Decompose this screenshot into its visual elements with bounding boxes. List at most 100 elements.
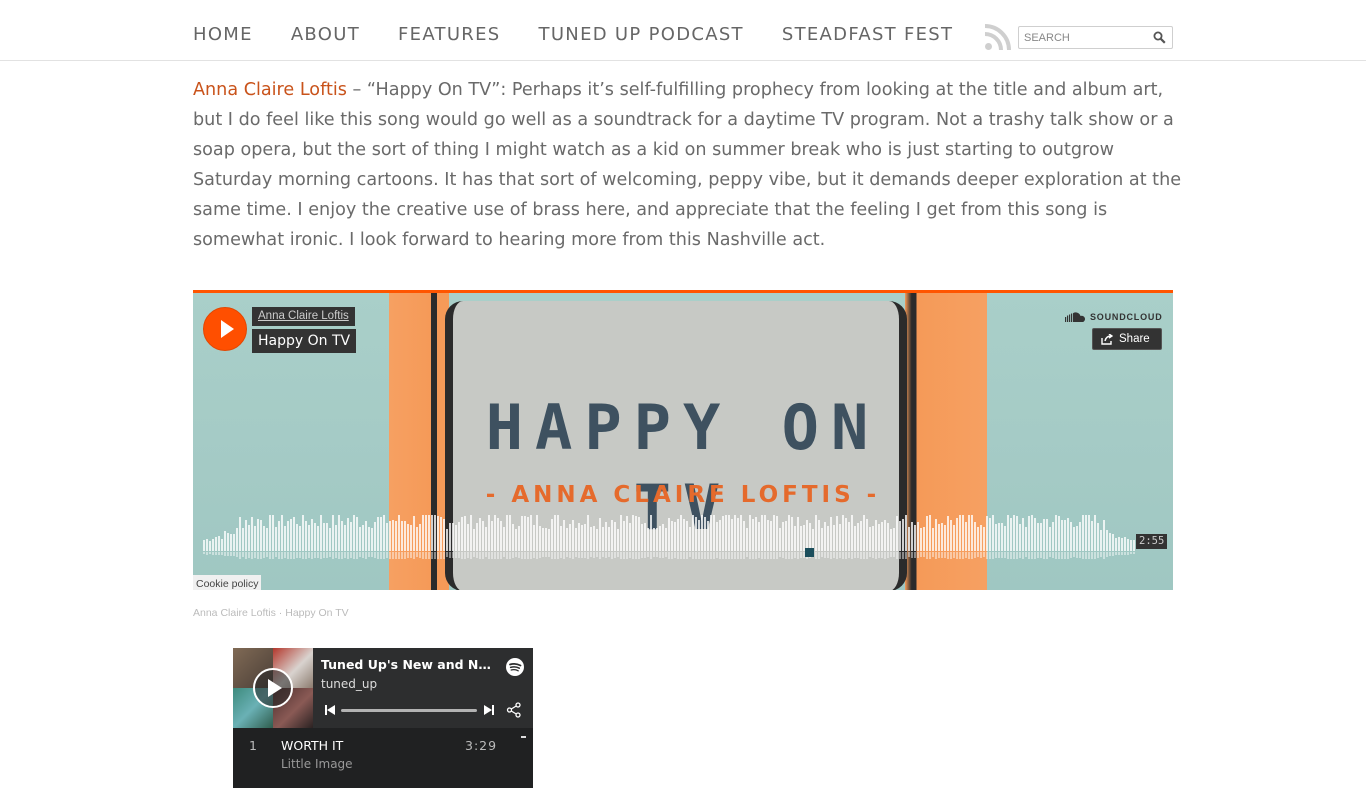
caption-track-link[interactable]: Happy On TV — [285, 607, 348, 619]
waveform-bar — [368, 527, 370, 551]
waveform-bar — [731, 519, 733, 551]
waveform-bar — [926, 516, 928, 551]
waveform-reflection — [632, 552, 634, 559]
waveform-bar — [677, 519, 679, 551]
waveform-reflection — [557, 552, 559, 559]
waveform-bar — [548, 529, 550, 551]
search-input[interactable] — [1024, 29, 1146, 46]
waveform-bar — [986, 516, 988, 551]
waveform-reflection — [269, 552, 271, 559]
next-track-icon[interactable] — [483, 704, 495, 716]
waveform-reflection — [917, 552, 919, 558]
playlist-owner[interactable]: tuned_up — [321, 676, 377, 692]
waveform-reflection — [365, 552, 367, 559]
waveform-bar — [800, 526, 802, 551]
waveform-bar — [725, 515, 727, 551]
waveform-bar — [884, 520, 886, 551]
waveform-bar — [875, 520, 877, 551]
track-row[interactable]: 1 WORTH IT Little Image 3:29 — [233, 732, 533, 776]
waveform-bar — [620, 515, 622, 551]
playlist-title[interactable]: Tuned Up's New and Nifty — [321, 657, 493, 673]
waveform-bar — [302, 515, 304, 551]
waveform-reflection — [467, 552, 469, 558]
waveform-reflection — [494, 552, 496, 559]
waveform-bar — [380, 517, 382, 551]
waveform-reflection — [527, 552, 529, 559]
nav-steadfast-fest[interactable]: STEADFAST FEST — [782, 22, 953, 48]
waveform-bar — [323, 523, 325, 551]
waveform-bar — [758, 522, 760, 551]
waveform-reflection — [1049, 552, 1051, 557]
waveform-bar — [314, 523, 316, 551]
soundcloud-play-button[interactable] — [203, 307, 247, 351]
waveform-reflection — [617, 552, 619, 557]
waveform-bar — [533, 525, 535, 551]
waveform-reflection — [893, 552, 895, 557]
playlist-cover — [233, 648, 313, 728]
waveform-reflection — [653, 552, 655, 557]
waveform-reflection — [497, 552, 499, 559]
waveform-reflection — [764, 552, 766, 559]
waveform-reflection — [626, 552, 628, 559]
waveform-bar — [623, 521, 625, 551]
waveform-bar — [716, 522, 718, 551]
nav-about[interactable]: ABOUT — [291, 22, 360, 48]
magnifier-icon[interactable] — [1153, 31, 1166, 44]
waveform-bar — [983, 527, 985, 551]
share-button[interactable]: Share — [1092, 328, 1162, 350]
rss-icon[interactable] — [984, 24, 1011, 51]
waveform-bar — [320, 515, 322, 551]
previous-track-icon[interactable] — [324, 704, 336, 716]
nav-features[interactable]: FEATURES — [398, 22, 501, 48]
comment-avatar-marker[interactable] — [805, 548, 814, 557]
artist-link[interactable]: Anna Claire Loftis — [193, 80, 347, 100]
waveform-bar — [1097, 523, 1099, 551]
waveform-bar — [278, 521, 280, 551]
nav-tuned-up-podcast[interactable]: TUNED UP PODCAST — [539, 22, 744, 48]
caption-artist-link[interactable]: Anna Claire Loftis — [193, 607, 276, 619]
waveform-bar — [1112, 534, 1114, 551]
spotify-play-button[interactable] — [253, 668, 293, 708]
play-icon — [221, 320, 234, 338]
spotify-logo-icon[interactable] — [506, 658, 524, 676]
waveform-bar — [608, 527, 610, 551]
waveform-bar — [527, 517, 529, 551]
track-artist: Little Image — [281, 757, 353, 771]
waveform-bar — [1121, 538, 1123, 551]
waveform[interactable] — [203, 515, 1138, 559]
nav-home[interactable]: HOME — [193, 22, 253, 48]
track-list: 1 WORTH IT Little Image 3:29 — [233, 728, 533, 788]
waveform-reflection — [338, 552, 340, 559]
share-icon[interactable] — [506, 702, 522, 718]
waveform-bar — [962, 515, 964, 551]
waveform-reflection — [932, 552, 934, 557]
waveform-reflection — [878, 552, 880, 558]
waveform-bar — [689, 527, 691, 551]
waveform-bar — [971, 515, 973, 551]
scrollbar-indicator[interactable] — [521, 736, 526, 738]
waveform-bar — [416, 527, 418, 551]
waveform-bar — [506, 515, 508, 551]
waveform-reflection — [386, 552, 388, 558]
waveform-reflection — [647, 552, 649, 557]
waveform-bar — [950, 520, 952, 551]
waveform-reflection — [1133, 552, 1135, 554]
waveform-bar — [539, 526, 541, 551]
waveform-reflection — [788, 552, 790, 559]
track-number: 1 — [249, 738, 257, 753]
cookie-policy-link[interactable]: Cookie policy — [193, 575, 262, 590]
waveform-bar — [308, 525, 310, 551]
progress-bar[interactable] — [341, 709, 477, 712]
waveform-bar — [674, 522, 676, 551]
waveform-reflection — [758, 552, 760, 558]
waveform-bar — [1070, 522, 1072, 551]
waveform-bar — [455, 525, 457, 551]
waveform-bar — [326, 523, 328, 551]
soundcloud-logo[interactable]: SOUNDCLOUD — [1065, 311, 1163, 323]
waveform-reflection — [380, 552, 382, 559]
soundcloud-track-title[interactable]: Happy On TV — [252, 329, 357, 353]
waveform-bar — [992, 515, 994, 551]
waveform-bar — [236, 528, 238, 551]
soundcloud-artist-link[interactable]: Anna Claire Loftis — [252, 307, 355, 326]
waveform-bar — [497, 518, 499, 551]
